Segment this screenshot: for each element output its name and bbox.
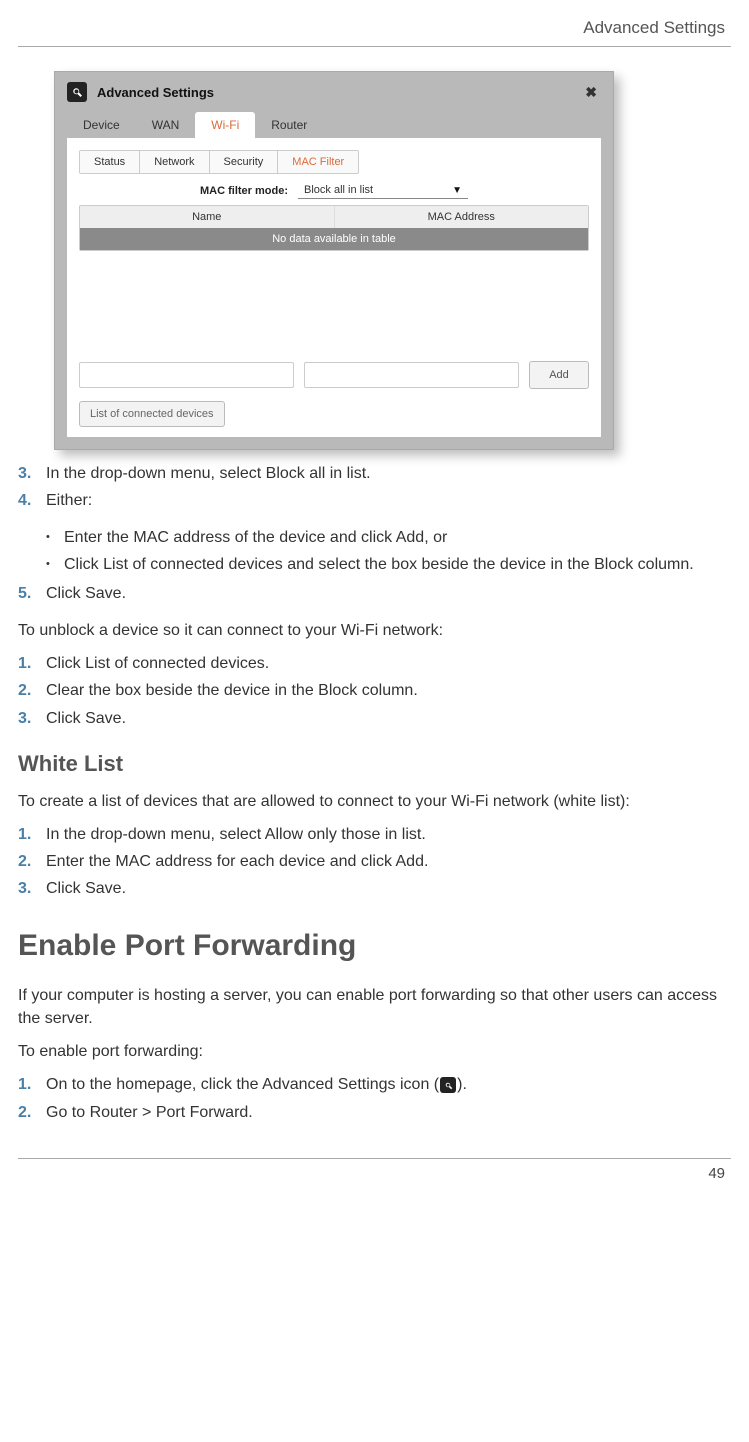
name-field[interactable] — [79, 362, 294, 388]
steps-block-3: 1.In the drop-down menu, select Allow on… — [18, 823, 731, 901]
mac-filter-select[interactable]: Block all in list ▼ — [298, 182, 468, 199]
tab-wifi[interactable]: Wi-Fi — [195, 112, 255, 138]
port-forwarding-intro2: To enable port forwarding: — [18, 1040, 731, 1063]
subtab-network[interactable]: Network — [140, 151, 209, 173]
port-forwarding-intro: If your computer is hosting a server, yo… — [18, 984, 731, 1030]
tab-device[interactable]: Device — [67, 112, 136, 138]
col-name: Name — [80, 206, 335, 228]
step1-pre: On to the homepage, click the Advanced S… — [46, 1076, 439, 1093]
step-num: 4. — [18, 489, 46, 512]
chevron-down-icon: ▼ — [452, 185, 462, 196]
step-num: 1. — [18, 652, 46, 675]
tab-content: Status Network Security MAC Filter MAC f… — [67, 138, 601, 437]
steps-block-1b: 5.Click Save. — [18, 582, 731, 605]
white-list-intro: To create a list of devices that are all… — [18, 790, 731, 813]
step-text: On to the homepage, click the Advanced S… — [46, 1073, 731, 1096]
steps-block-4: 1. On to the homepage, click the Advance… — [18, 1073, 731, 1123]
step-num: 2. — [18, 679, 46, 702]
mac-field[interactable] — [304, 362, 519, 388]
list-devices-button[interactable]: List of connected devices — [79, 401, 225, 427]
white-list-heading: White List — [18, 748, 731, 780]
step-num: 1. — [18, 1073, 46, 1096]
mac-filter-value: Block all in list — [304, 184, 373, 196]
step-text: Clear the box beside the device in the B… — [46, 679, 731, 702]
subtab-security[interactable]: Security — [210, 151, 279, 173]
step1-post: ). — [457, 1076, 467, 1093]
step-num: 3. — [18, 462, 46, 485]
no-data-row: No data available in table — [80, 228, 588, 250]
window-titlebar: Advanced Settings ✖ — [55, 72, 613, 112]
step-num: 5. — [18, 582, 46, 605]
step-text: Click Save. — [46, 707, 731, 730]
page-number: 49 — [18, 1165, 731, 1182]
mac-filter-label: MAC filter mode: — [200, 185, 288, 197]
wrench-icon — [440, 1077, 456, 1093]
bullets-block: Enter the MAC address of the device and … — [46, 526, 731, 575]
port-forwarding-heading: Enable Port Forwarding — [18, 924, 731, 968]
main-tabs: Device WAN Wi-Fi Router — [55, 112, 613, 138]
step-text: Enter the MAC address for each device an… — [46, 850, 731, 873]
footer-rule — [18, 1158, 731, 1159]
subtab-macfilter[interactable]: MAC Filter — [278, 151, 358, 173]
screenshot-panel: Advanced Settings ✖ Device WAN Wi-Fi Rou… — [54, 71, 614, 450]
step-num: 3. — [18, 707, 46, 730]
wrench-icon — [67, 82, 87, 102]
close-icon[interactable]: ✖ — [581, 84, 601, 101]
tab-wan[interactable]: WAN — [136, 112, 196, 138]
tab-router[interactable]: Router — [255, 112, 323, 138]
table-spacer — [75, 251, 593, 351]
step-num: 2. — [18, 1101, 46, 1124]
step-text: Either: — [46, 489, 731, 512]
subtab-status[interactable]: Status — [80, 151, 140, 173]
step-num: 3. — [18, 877, 46, 900]
col-mac: MAC Address — [335, 206, 589, 228]
step-text: In the drop-down menu, select Allow only… — [46, 823, 731, 846]
page-header-title: Advanced Settings — [18, 18, 731, 38]
mac-table: Name MAC Address No data available in ta… — [79, 205, 589, 251]
header-rule — [18, 46, 731, 47]
window-title: Advanced Settings — [97, 85, 581, 100]
add-row: Add — [79, 361, 589, 389]
step-text: Click List of connected devices. — [46, 652, 731, 675]
step-text: Click Save. — [46, 877, 731, 900]
step-num: 2. — [18, 850, 46, 873]
add-button[interactable]: Add — [529, 361, 589, 389]
step-text: Click Save. — [46, 582, 731, 605]
sub-tabs: Status Network Security MAC Filter — [79, 150, 359, 174]
unblock-intro: To unblock a device so it can connect to… — [18, 619, 731, 642]
steps-block-2: 1.Click List of connected devices. 2.Cle… — [18, 652, 731, 730]
step-text: In the drop-down menu, select Block all … — [46, 462, 731, 485]
step-text: Go to Router > Port Forward. — [46, 1101, 731, 1124]
steps-block-1: 3.In the drop-down menu, select Block al… — [18, 462, 731, 512]
mac-filter-row: MAC filter mode: Block all in list ▼ — [75, 182, 593, 199]
bullet-text: Click List of connected devices and sele… — [64, 553, 694, 576]
step-num: 1. — [18, 823, 46, 846]
bullet-text: Enter the MAC address of the device and … — [64, 526, 447, 549]
